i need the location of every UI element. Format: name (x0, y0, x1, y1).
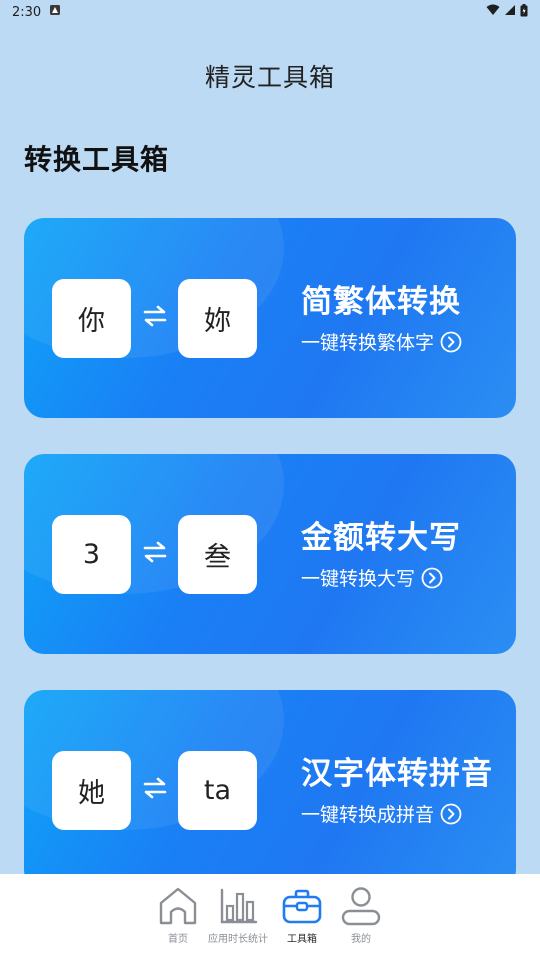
source-char-box: 3 (52, 515, 131, 594)
source-char-box: 她 (52, 751, 131, 830)
card-subtitle: 一键转换成拼音 (301, 804, 435, 826)
swap-arrows-icon (143, 541, 167, 563)
hanzi-to-pinyin-card[interactable]: 她 ta 汉字体转拼音 一键转换成拼音 (24, 690, 516, 890)
swap-arrows-icon (143, 305, 167, 327)
nav-item-toolbox[interactable]: 工具箱 (282, 886, 322, 945)
card-subtitle: 一键转换大写 (301, 568, 416, 590)
nav-label: 我的 (351, 934, 371, 945)
status-right (486, 3, 528, 21)
card-title: 简繁体转换 (301, 284, 461, 320)
target-char-box: ta (178, 751, 257, 830)
target-char-box: 叁 (178, 515, 257, 594)
card-title: 汉字体转拼音 (301, 756, 493, 792)
source-char-box: 你 (52, 279, 131, 358)
nav-label: 工具箱 (287, 934, 317, 945)
card-subtitle-link[interactable]: 一键转换成拼音 (301, 800, 462, 827)
card-subtitle-link[interactable]: 一键转换大写 (301, 564, 443, 591)
wifi-icon (486, 4, 500, 20)
chevron-right-circle-icon (421, 567, 443, 588)
notification-icon (49, 4, 61, 20)
page-title: 精灵工具箱 (204, 63, 335, 92)
chevron-right-circle-icon (440, 331, 462, 352)
swap-arrows-icon (143, 777, 167, 799)
status-bar: 2:30 (0, 0, 540, 24)
home-icon (159, 887, 197, 925)
toolbox-icon (282, 889, 322, 924)
card-subtitle-link[interactable]: 一键转换繁体字 (301, 328, 462, 355)
bar-chart-icon (220, 888, 258, 924)
chevron-right-circle-icon (440, 803, 462, 824)
nav-item-home[interactable]: 首页 (158, 886, 198, 945)
bottom-nav: 首页 应用时长统计 工具箱 我的 (0, 874, 540, 960)
battery-icon (520, 3, 528, 21)
nav-item-mine[interactable]: 我的 (341, 886, 381, 945)
status-left: 2:30 (12, 4, 61, 20)
card-subtitle: 一键转换繁体字 (301, 332, 435, 354)
status-time: 2:30 (12, 4, 42, 20)
traditional-simplified-card[interactable]: 你 妳 简繁体转换 一键转换繁体字 (24, 218, 516, 418)
nav-label: 应用时长统计 (208, 934, 268, 945)
card-title: 金额转大写 (301, 520, 461, 556)
amount-to-chinese-card[interactable]: 3 叁 金额转大写 一键转换大写 (24, 454, 516, 654)
nav-item-usage-stats[interactable]: 应用时长统计 (208, 886, 268, 945)
target-char-box: 妳 (178, 279, 257, 358)
person-icon (341, 887, 381, 926)
section-title: 转换工具箱 (24, 143, 170, 176)
nav-label: 首页 (168, 934, 188, 945)
signal-icon (504, 4, 516, 20)
